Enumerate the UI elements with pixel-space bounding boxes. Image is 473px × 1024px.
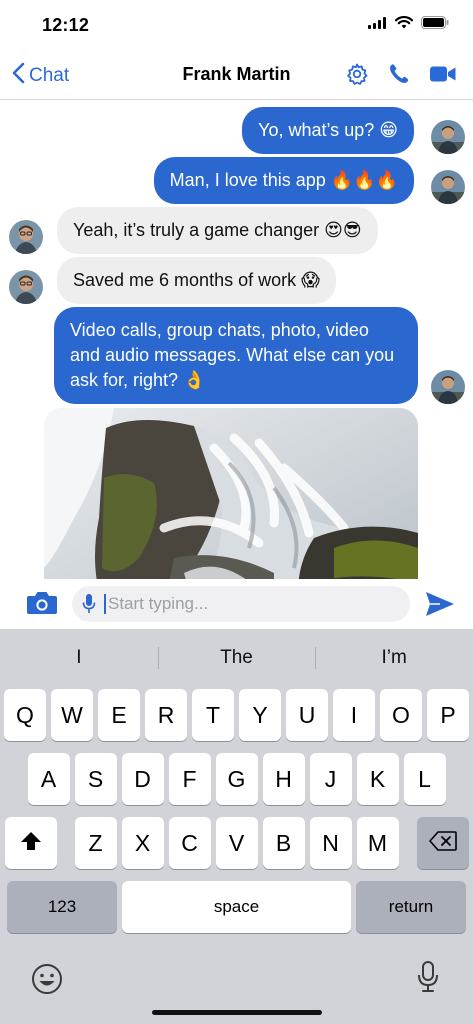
key-k[interactable]: K — [356, 753, 399, 805]
status-time: 12:12 — [42, 15, 90, 35]
camera-icon[interactable] — [26, 590, 58, 621]
predictive-bar: I The I’m — [0, 637, 473, 679]
user-avatar[interactable] — [431, 120, 465, 154]
shift-arrow-icon — [20, 830, 42, 857]
key-c[interactable]: C — [168, 817, 211, 869]
backspace-icon — [428, 830, 457, 857]
key-s[interactable]: S — [74, 753, 117, 805]
user-avatar[interactable] — [431, 370, 465, 404]
suggestion-2[interactable]: The — [157, 637, 316, 679]
key-row-2: A S D F G H J K L — [0, 753, 473, 805]
status-bar: 12:12 — [0, 0, 473, 50]
contact-avatar[interactable] — [9, 270, 43, 304]
emoji-icon[interactable] — [30, 962, 64, 1001]
message-input-container[interactable] — [72, 586, 410, 622]
message-row: Yo, what’s up? 😁 — [242, 107, 465, 154]
key-v[interactable]: V — [215, 817, 258, 869]
key-u[interactable]: U — [286, 689, 328, 741]
message-input[interactable] — [104, 594, 364, 614]
key-a[interactable]: A — [27, 753, 70, 805]
key-y[interactable]: Y — [239, 689, 281, 741]
microphone-icon[interactable] — [82, 593, 96, 615]
chat-area[interactable]: Yo, what’s up? 😁 Man, I love this app 🔥🔥… — [0, 101, 473, 579]
key-l[interactable]: L — [403, 753, 446, 805]
video-call-icon[interactable] — [429, 64, 457, 84]
incoming-message-bubble[interactable]: Saved me 6 months of work 😱 — [57, 257, 336, 304]
user-avatar[interactable] — [431, 170, 465, 204]
contact-avatar[interactable] — [9, 220, 43, 254]
nav-bar: Chat Frank Martin — [0, 50, 473, 100]
incoming-message-bubble[interactable]: Yeah, it’s truly a game changer 😍😎 — [57, 207, 378, 254]
image-message-waterfall[interactable] — [44, 408, 418, 579]
key-row-4: 123 space return — [0, 881, 473, 933]
space-key[interactable]: space — [122, 881, 351, 933]
key-w[interactable]: W — [51, 689, 93, 741]
key-d[interactable]: D — [121, 753, 164, 805]
message-row: Man, I love this app 🔥🔥🔥 — [153, 157, 465, 204]
key-row-3: Z X C V B N M — [0, 817, 473, 869]
key-q[interactable]: Q — [4, 689, 46, 741]
key-x[interactable]: X — [121, 817, 164, 869]
key-h[interactable]: H — [262, 753, 305, 805]
key-row-1: Q W E R T Y U I O P — [0, 689, 473, 741]
outgoing-message-bubble[interactable]: Yo, what’s up? 😁 — [242, 107, 414, 154]
key-m[interactable]: M — [356, 817, 399, 869]
send-icon[interactable] — [425, 591, 455, 622]
key-g[interactable]: G — [215, 753, 258, 805]
wifi-icon — [394, 16, 414, 34]
key-e[interactable]: E — [98, 689, 140, 741]
key-f[interactable]: F — [168, 753, 211, 805]
cellular-icon — [368, 16, 387, 34]
keyboard: I The I’m Q W E R T Y U I O P A S D F G … — [0, 629, 473, 1024]
key-p[interactable]: P — [427, 689, 469, 741]
delete-key[interactable] — [416, 817, 469, 869]
return-key[interactable]: return — [356, 881, 466, 933]
outgoing-message-bubble[interactable]: Man, I love this app 🔥🔥🔥 — [153, 157, 414, 204]
suggestion-1[interactable]: I — [0, 637, 158, 679]
suggestion-3[interactable]: I’m — [315, 637, 473, 679]
message-row: Saved me 6 months of work 😱 — [9, 257, 336, 304]
key-n[interactable]: N — [309, 817, 352, 869]
battery-icon — [421, 16, 449, 34]
phone-icon[interactable] — [387, 62, 411, 86]
key-j[interactable]: J — [309, 753, 352, 805]
back-label: Chat — [29, 65, 70, 86]
numbers-key[interactable]: 123 — [7, 881, 117, 933]
message-row: Yeah, it’s truly a game changer 😍😎 — [9, 207, 378, 254]
key-b[interactable]: B — [262, 817, 305, 869]
shift-key[interactable] — [4, 817, 57, 869]
key-r[interactable]: R — [145, 689, 187, 741]
message-composer — [0, 579, 473, 629]
key-t[interactable]: T — [192, 689, 234, 741]
settings-gear-icon[interactable] — [345, 62, 369, 86]
message-row: Video calls, group chats, photo, video a… — [54, 307, 465, 404]
dictation-microphone-icon[interactable] — [417, 960, 439, 999]
key-i[interactable]: I — [333, 689, 375, 741]
back-button[interactable]: Chat — [12, 62, 69, 90]
chevron-left-icon — [12, 62, 25, 90]
key-z[interactable]: Z — [74, 817, 117, 869]
outgoing-message-bubble[interactable]: Video calls, group chats, photo, video a… — [54, 307, 418, 404]
home-indicator[interactable] — [152, 1010, 322, 1015]
key-o[interactable]: O — [380, 689, 422, 741]
